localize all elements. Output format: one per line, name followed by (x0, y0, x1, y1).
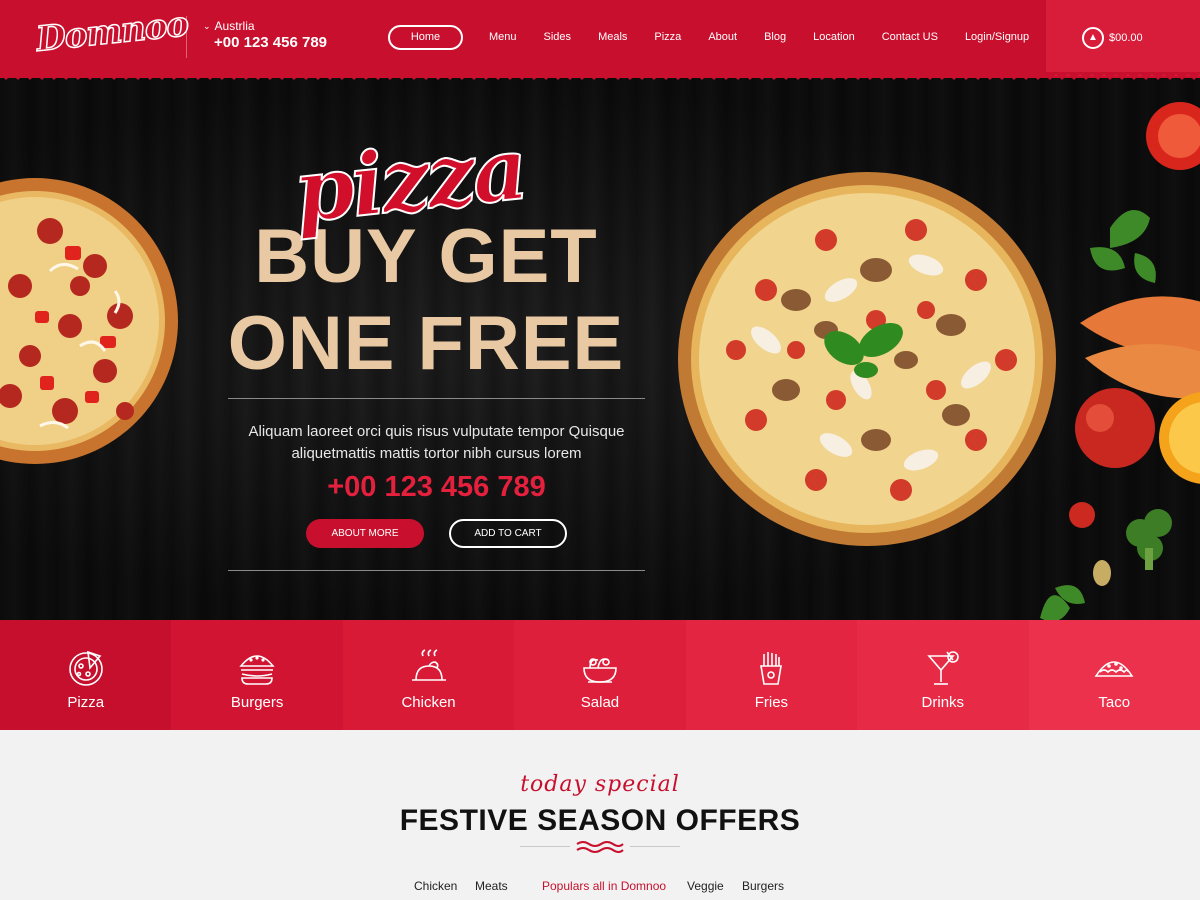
chicken-icon (411, 649, 446, 681)
title-underline-left (520, 846, 570, 847)
header-zigzag-edge (0, 72, 1200, 80)
nav-login[interactable]: Login/Signup (965, 31, 1029, 43)
category-taco[interactable]: Taco (1028, 620, 1200, 730)
nav-home[interactable]: Home (388, 24, 463, 50)
nav-about[interactable]: About (708, 31, 737, 43)
category-pizza[interactable]: Pizza (0, 620, 172, 730)
category-label: Salad (580, 694, 620, 711)
category-fries[interactable]: Fries (685, 620, 858, 730)
site-header: Domnoo ⌄ Austrlia +00 123 456 789 Home M… (0, 0, 1200, 78)
nav-pizza[interactable]: Pizza (654, 31, 681, 43)
category-strip: Pizza Burgers Chicken Salad Fries Drinks… (0, 620, 1200, 730)
nav-meals[interactable]: Meals (598, 31, 627, 43)
category-label: Chicken (401, 694, 456, 711)
header-divider (186, 16, 187, 58)
nav-contact[interactable]: Contact US (882, 31, 938, 43)
tab-meats[interactable]: Meats (475, 879, 508, 893)
section-script-label: today special (520, 772, 680, 797)
main-pizza-image (678, 172, 1056, 546)
left-pizza-image (0, 178, 178, 464)
tab-burgers[interactable]: Burgers (742, 879, 784, 893)
nav-menu[interactable]: Menu (489, 31, 517, 43)
pizza-icon (68, 650, 103, 686)
country-label: Austrlia (214, 19, 255, 33)
hero-script-pizza: pizza (288, 117, 530, 244)
salad-icon (583, 658, 617, 683)
category-label: Burgers (230, 694, 284, 711)
header-phone: +00 123 456 789 (214, 34, 328, 51)
category-salad[interactable]: Salad (514, 620, 686, 730)
fries-icon (760, 652, 783, 685)
category-chicken[interactable]: Chicken (342, 620, 515, 730)
chevron-down-icon: ⌄ (203, 20, 211, 31)
logo[interactable]: Domnoo (34, 3, 191, 64)
tab-chicken[interactable]: Chicken (414, 879, 457, 893)
hero-banner: pizza BUY GET ONE FREE Aliquam laoreet o… (0, 78, 1200, 620)
hero-divider-bottom (228, 570, 645, 571)
category-label: Taco (1098, 694, 1131, 711)
cart-icon: ▲ (1082, 27, 1104, 49)
tab-populars[interactable]: Populars all in Domnoo (542, 879, 666, 893)
hero-divider-top (228, 398, 645, 399)
vegetables-image (1040, 102, 1200, 620)
nav-sides[interactable]: Sides (544, 31, 572, 43)
hero-headline-1: BUY GET (254, 214, 598, 299)
special-offers-section: today special FESTIVE SEASON OFFERS Chic… (0, 730, 1200, 900)
category-label: Fries (754, 694, 789, 711)
section-title: FESTIVE SEASON OFFERS (399, 804, 801, 837)
add-to-cart-button[interactable]: ADD TO CART (449, 519, 567, 548)
hero-description: Aliquam laoreet orci quis risus vulputat… (248, 423, 625, 462)
hero-phone: +00 123 456 789 (327, 471, 546, 503)
country-selector[interactable]: ⌄ Austrlia (203, 19, 255, 33)
taco-icon (1094, 661, 1134, 677)
title-underline-right (630, 846, 680, 847)
hero-headline-2: ONE FREE (227, 301, 625, 386)
category-label: Drinks (921, 694, 965, 711)
category-drinks[interactable]: Drinks (857, 620, 1029, 730)
drinks-icon (927, 651, 959, 685)
category-burgers[interactable]: Burgers (171, 620, 343, 730)
logo-text: Domnoo (34, 3, 191, 60)
wave-divider-icon (576, 841, 624, 853)
main-nav: Home Menu Sides Meals Pizza About Blog L… (388, 24, 1056, 50)
burger-icon (239, 655, 275, 685)
cart-amount: $00.00 (1109, 32, 1143, 44)
about-more-button[interactable]: ABOUT MORE (306, 519, 424, 548)
nav-blog[interactable]: Blog (764, 31, 786, 43)
tab-veggie[interactable]: Veggie (687, 879, 724, 893)
category-label: Pizza (67, 694, 105, 711)
nav-location[interactable]: Location (813, 31, 855, 43)
cart-button[interactable]: ▲ $00.00 (1046, 0, 1200, 76)
